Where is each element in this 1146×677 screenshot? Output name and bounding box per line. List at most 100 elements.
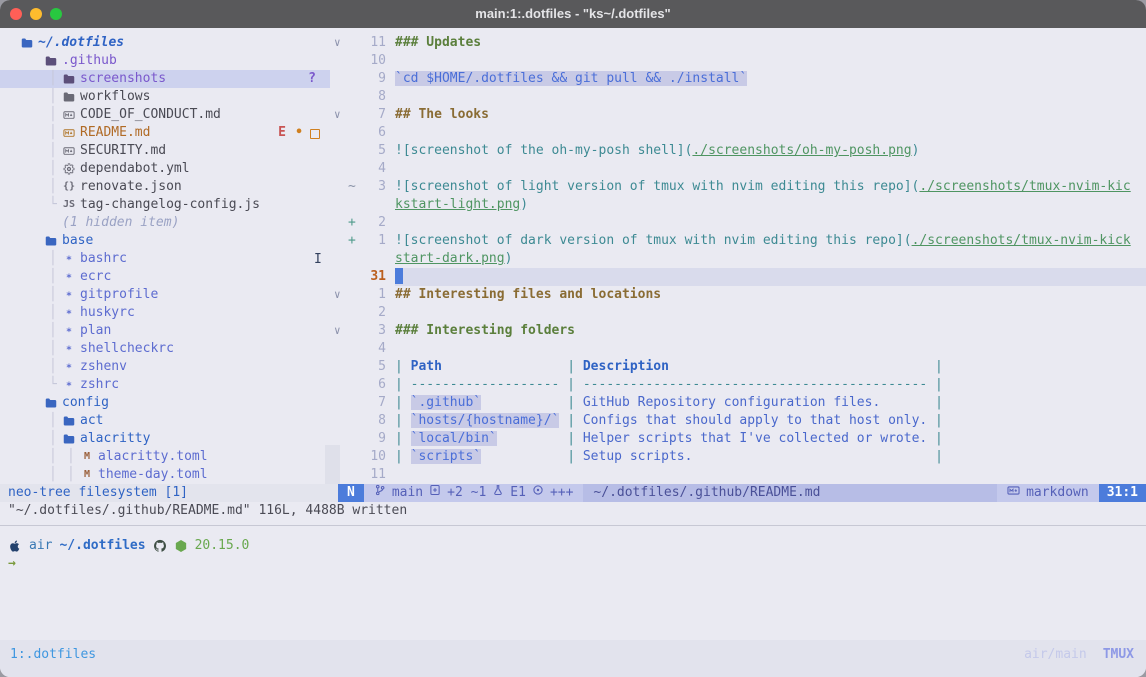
git-status-segment: main +2 ~1 E1 +++ xyxy=(364,484,584,502)
editor-line-5[interactable]: 5![screenshot of the oh-my-posh shell](.… xyxy=(330,142,1146,160)
tmux-pane-border[interactable] xyxy=(0,520,1146,527)
editor-line-1[interactable]: +1![screenshot of dark version of tmux w… xyxy=(330,232,1146,250)
editor-line-4[interactable]: 4 xyxy=(330,160,1146,178)
syntax-segment: GitHub Repository configuration files. xyxy=(583,395,880,410)
github-icon xyxy=(153,539,167,553)
star-icon: ∗ xyxy=(62,305,76,321)
tree-item-shellcheckrc[interactable]: │∗shellcheckrc xyxy=(0,340,330,358)
prompt-host: air xyxy=(29,537,52,555)
tree-item-bashrc[interactable]: │∗bashrcI xyxy=(0,250,330,268)
editor-cursor xyxy=(395,268,403,284)
editor-line-wrap[interactable]: start-dark.png) xyxy=(330,250,1146,268)
toml-icon: M xyxy=(80,467,94,483)
syntax-segment: `hosts/{hostname}/` xyxy=(411,413,560,428)
editor-line-10[interactable]: 10| `scripts` | Setup scripts. | xyxy=(330,448,1146,466)
indent-guide: │ xyxy=(49,106,57,124)
tmux-bottom-pane[interactable]: air ~/.dotfiles 20.15.0 → xyxy=(0,527,1146,640)
tree-item-ecrc[interactable]: │∗ecrc xyxy=(0,268,330,286)
line-content xyxy=(395,160,1146,178)
tmux-window-tab[interactable]: 1:.dotfiles xyxy=(10,646,96,664)
tree-item-base[interactable]: base xyxy=(0,232,330,250)
editor-line-7[interactable]: 7| `.github` | GitHub Repository configu… xyxy=(330,394,1146,412)
gear-icon xyxy=(62,161,76,177)
tree-item-readme.md[interactable]: │README.mdE• xyxy=(0,124,330,142)
editor-line-wrap[interactable]: kstart-light.png) xyxy=(330,196,1146,214)
tree-item-gitprofile[interactable]: │∗gitprofile xyxy=(0,286,330,304)
editor-line-1[interactable]: ∨ 1 ## Interesting files and locations xyxy=(330,286,1146,304)
line-number: 9 xyxy=(360,70,386,88)
tree-item-dependabot.yml[interactable]: │dependabot.yml xyxy=(0,160,330,178)
editor-line-11[interactable]: 11 xyxy=(330,466,1146,484)
editor-line-2[interactable]: 2 xyxy=(330,304,1146,322)
editor-line-8[interactable]: 8| `hosts/{hostname}/` | Configs that sh… xyxy=(330,412,1146,430)
neo-tree-scrollbar[interactable] xyxy=(325,445,340,484)
tree-item-act[interactable]: │act xyxy=(0,412,330,430)
editor-line-31[interactable]: 31 xyxy=(330,268,1146,286)
line-number: 7 xyxy=(360,106,386,124)
indent-guide: │ xyxy=(67,448,75,466)
editor-line-4[interactable]: 4 xyxy=(330,340,1146,358)
editor-line-9[interactable]: 9 `cd $HOME/.dotfiles && git pull && ./in… xyxy=(330,70,1146,88)
tree-item-plan[interactable]: │∗plan xyxy=(0,322,330,340)
tmux-top-pane: ~/.dotfiles.github│screenshots?│workflow… xyxy=(0,28,1146,484)
tmux-badge: TMUX xyxy=(1103,646,1134,664)
git-extra-status: +++ xyxy=(550,484,573,502)
editor-line-11[interactable]: ∨11### Updates xyxy=(330,34,1146,52)
gitsign-column xyxy=(348,448,360,466)
tree-item-label: shellcheckrc xyxy=(80,340,174,358)
editor-line-7[interactable]: ∨7## The looks xyxy=(330,106,1146,124)
neo-tree-sidebar[interactable]: ~/.dotfiles.github│screenshots?│workflow… xyxy=(0,28,330,484)
prompt-arrow[interactable]: → xyxy=(8,555,1138,573)
folder-icon xyxy=(44,53,58,69)
editor-line-6[interactable]: 6 xyxy=(330,124,1146,142)
tree-item-huskyrc[interactable]: │∗huskyrc xyxy=(0,304,330,322)
tree-item-config[interactable]: config xyxy=(0,394,330,412)
tree-item-theme-day.toml[interactable]: ││Mtheme-day.toml xyxy=(0,466,330,484)
line-number: 1 xyxy=(360,286,386,304)
fold-column[interactable]: ∨ xyxy=(330,322,348,340)
tree-item-zshrc[interactable]: └∗zshrc xyxy=(0,376,330,394)
gitsign-column xyxy=(348,160,360,178)
tree-item-code-of-conduct.md[interactable]: │ CODE_OF_CONDUCT.md xyxy=(0,106,330,124)
fold-column[interactable]: ∨ xyxy=(330,34,348,52)
tree-item-.github[interactable]: .github xyxy=(0,52,330,70)
editor-line-6[interactable]: 6| ------------------- | ---------------… xyxy=(330,376,1146,394)
line-content xyxy=(395,124,1146,142)
tree-item-screenshots[interactable]: │screenshots? xyxy=(0,70,330,88)
editor-line-10[interactable]: 10 xyxy=(330,52,1146,70)
tree-item---.dotfiles[interactable]: ~/.dotfiles xyxy=(0,34,330,52)
tree-item-tag-changelog-config.js[interactable]: └JStag-changelog-config.js xyxy=(0,196,330,214)
nodejs-icon xyxy=(174,539,188,553)
fold-column xyxy=(330,70,348,88)
editor-line-2[interactable]: +2 xyxy=(330,214,1146,232)
gitsign-column xyxy=(348,376,360,394)
tree-item-zshenv[interactable]: │∗zshenv xyxy=(0,358,330,376)
tree-item-renovate.json[interactable]: │{}renovate.json xyxy=(0,178,330,196)
line-number: 10 xyxy=(360,52,386,70)
editor-line-3[interactable]: ∨3### Interesting folders xyxy=(330,322,1146,340)
tree-item--1-hidden-item-[interactable]: (1 hidden item) xyxy=(0,214,330,232)
line-number: 3 xyxy=(360,178,386,196)
editor-buffer[interactable]: ∨11### Updates109 `cd $HOME/.dotfiles && … xyxy=(330,28,1146,484)
tree-item-label: zshrc xyxy=(80,376,119,394)
minimize-button[interactable] xyxy=(30,8,42,20)
fold-column[interactable]: ∨ xyxy=(330,286,348,304)
zoom-button[interactable] xyxy=(50,8,62,20)
tree-item-workflows[interactable]: │workflows xyxy=(0,88,330,106)
line-number: 2 xyxy=(360,214,386,232)
line-content: `cd $HOME/.dotfiles && git pull && ./ins… xyxy=(395,70,1146,88)
titlebar[interactable]: main:1:.dotfiles - "ks~/.dotfiles" xyxy=(0,0,1146,28)
editor-line-8[interactable]: 8 xyxy=(330,88,1146,106)
line-number: 8 xyxy=(360,412,386,430)
close-button[interactable] xyxy=(10,8,22,20)
editor-line-5[interactable]: 5| Path | Description | xyxy=(330,358,1146,376)
gitsign-column xyxy=(348,106,360,124)
fold-column[interactable]: ∨ xyxy=(330,106,348,124)
tree-item-alacritty[interactable]: │alacritty xyxy=(0,430,330,448)
editor-line-9[interactable]: 9| `local/bin` | Helper scripts that I'v… xyxy=(330,430,1146,448)
tree-item-label: CODE_OF_CONDUCT.md xyxy=(80,106,221,124)
tree-item-security.md[interactable]: │SECURITY.md xyxy=(0,142,330,160)
editor-line-3[interactable]: ~3![screenshot of light version of tmux … xyxy=(330,178,1146,196)
syntax-segment: ## Interesting files and locations xyxy=(395,287,661,302)
tree-item-alacritty.toml[interactable]: ││Malacritty.toml xyxy=(0,448,330,466)
